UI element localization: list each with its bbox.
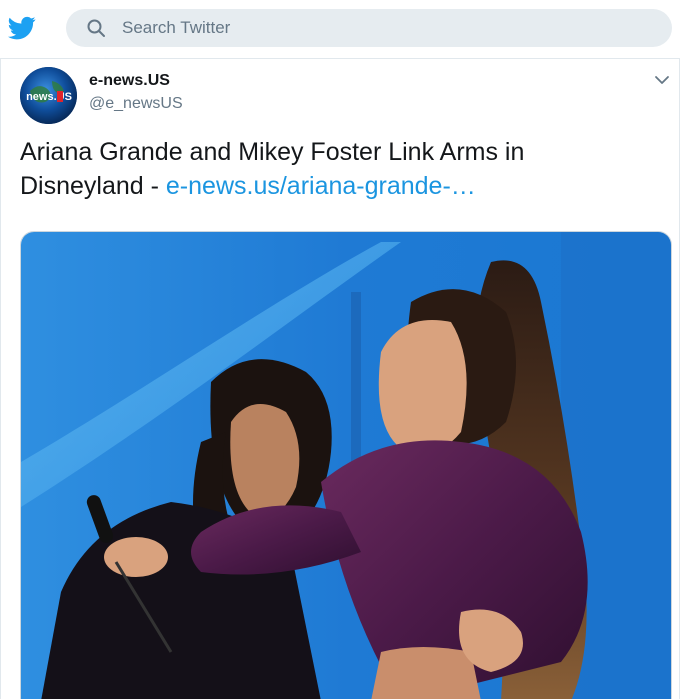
photo-concert-image (21, 232, 671, 699)
chevron-down-icon[interactable] (651, 69, 673, 91)
avatar-logo-text: news.US (26, 91, 72, 103)
search-icon (87, 19, 105, 37)
tweet-card[interactable]: news.US e-news.US @e_newsUS Ariana Grand… (0, 58, 680, 699)
top-bar (0, 0, 680, 58)
search-input[interactable] (122, 9, 652, 47)
tweet-text: Ariana Grande and Mikey Foster Link Arms… (20, 135, 640, 203)
author-name[interactable]: e-news.US (89, 72, 170, 90)
twitter-bird-icon[interactable] (8, 14, 36, 42)
tweet-link[interactable]: e-news.us/ariana-grande-… (166, 172, 476, 200)
avatar[interactable]: news.US (20, 67, 77, 124)
author-handle[interactable]: @e_newsUS (89, 95, 183, 113)
globe-logo-icon: news.US (20, 67, 77, 124)
tweet-media-image[interactable] (20, 231, 672, 699)
search-bar[interactable] (66, 9, 672, 47)
